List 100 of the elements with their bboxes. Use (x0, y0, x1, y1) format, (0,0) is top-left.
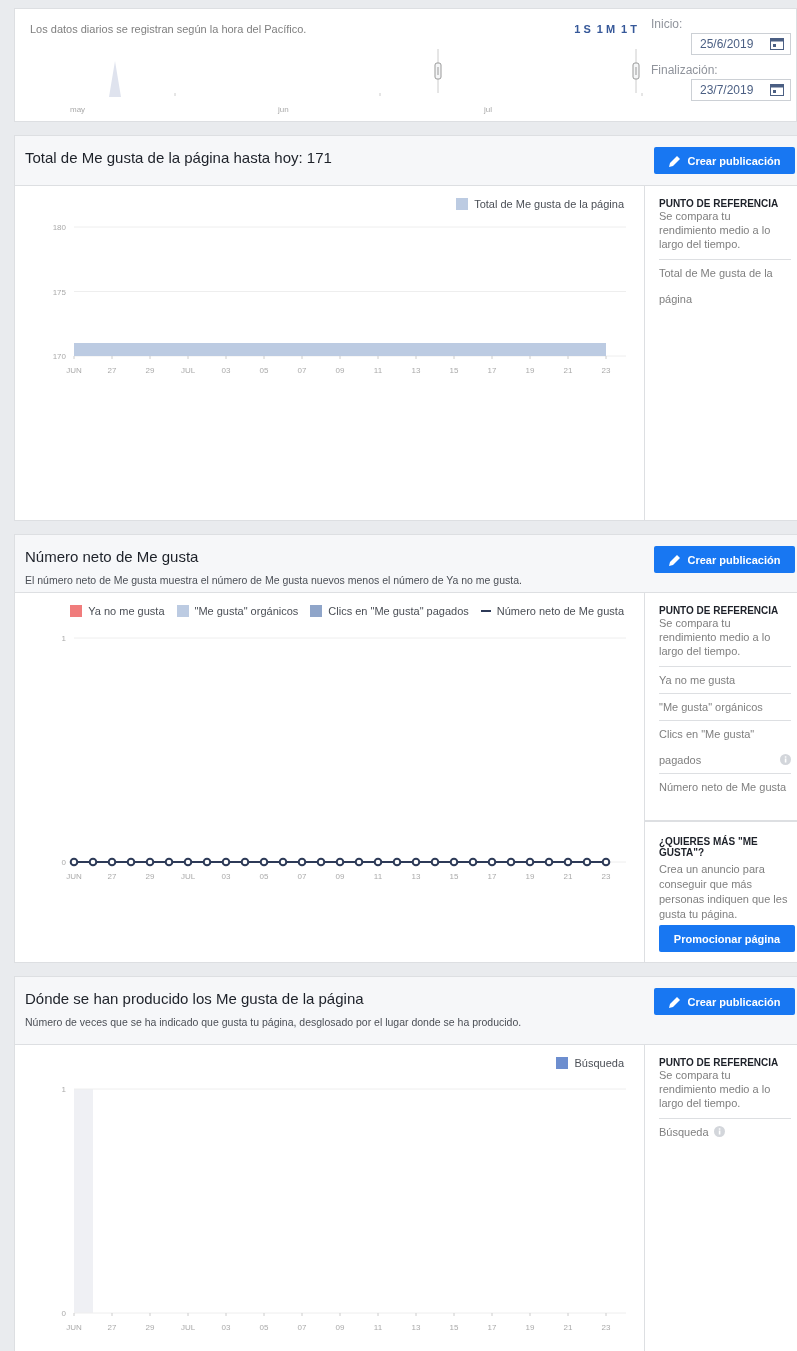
axis-label: 23 (601, 1323, 611, 1332)
axis-label: 17 (487, 366, 497, 375)
axis-label: 07 (297, 872, 307, 881)
promo-text: Crea un anuncio para conseguir que más personas indiquen que les gusta tu página. (659, 862, 789, 922)
axis-label: 180 (52, 223, 66, 232)
range-preset-link[interactable]: 1 S (574, 23, 591, 35)
data-point (354, 857, 364, 867)
data-point (297, 857, 307, 867)
month-label: may (70, 105, 86, 114)
axis-label: 13 (411, 366, 421, 375)
benchmark-description: Se compara tu rendimiento medio a lo largo del tiempo. (659, 209, 791, 260)
axis-label: 11 (373, 872, 383, 881)
axis-label: 13 (411, 1323, 421, 1332)
benchmark-description: Se compara tu rendimiento medio a lo largo del tiempo. (659, 1068, 791, 1119)
promo-heading: ¿QUIERES MÁS "ME GUSTA"? (659, 836, 759, 858)
range-preset-link[interactable]: 1 T (621, 23, 637, 35)
axis-label: JUN (66, 872, 82, 881)
axis-label: 17 (487, 1323, 497, 1332)
section-title: Número neto de Me gusta (25, 548, 199, 565)
axis-label: JUL (180, 1323, 196, 1332)
data-point (183, 857, 193, 867)
data-point (506, 857, 516, 867)
section-description: Número de veces que se ha indicado que gusta tu página, desglosado por el lugar donde se ha producido. (25, 1016, 522, 1028)
pencil-icon (668, 154, 681, 167)
data-point (202, 857, 212, 867)
axis-label: 05 (259, 366, 269, 375)
axis-label: 09 (335, 366, 345, 375)
date-field[interactable]: 25/6/2019 (691, 33, 791, 55)
create-post-button[interactable]: Crear publicación (654, 546, 795, 573)
benchmark-heading: PUNTO DE REFERENCIA (659, 1057, 780, 1068)
info-icon[interactable] (780, 754, 791, 765)
axis-label: 09 (335, 1323, 345, 1332)
data-point (126, 857, 136, 867)
axis-label: 1 (61, 634, 66, 643)
calendar-icon[interactable] (770, 84, 784, 96)
data-point (582, 857, 592, 867)
legend-label: Número neto de Me gusta (496, 605, 624, 617)
legend-label: Ya no me gusta (88, 605, 165, 617)
axis-label: 27 (107, 1323, 117, 1332)
date-field[interactable]: 23/7/2019 (691, 79, 791, 101)
axis-label: 07 (297, 366, 307, 375)
data-point (145, 857, 155, 867)
data-point (107, 857, 117, 867)
benchmark-description: Se compara tu rendimiento medio a lo largo del tiempo. (659, 616, 791, 667)
data-point (449, 857, 459, 867)
create-post-button[interactable]: Crear publicación (654, 988, 795, 1015)
data-point (335, 857, 345, 867)
axis-label: 27 (107, 366, 117, 375)
legend-label: Búsqueda (574, 1057, 624, 1069)
benchmark-metric: Total de Me gusta de la página (659, 266, 774, 307)
axis-label: 05 (259, 1323, 269, 1332)
data-point (221, 857, 231, 867)
section-title: Dónde se han producido los Me gusta de la página (25, 990, 364, 1007)
axis-label: 11 (373, 366, 383, 375)
date-label: Inicio: (651, 17, 684, 31)
benchmark-metric: Búsqueda (659, 1125, 709, 1140)
axis-label: 15 (449, 1323, 459, 1332)
axis-label: JUL (180, 872, 196, 881)
axis-label: 29 (145, 366, 155, 375)
axis-label: 29 (145, 872, 155, 881)
benchmark-metric: Clics en "Me gusta" pagados (659, 727, 756, 768)
axis-label: 15 (449, 872, 459, 881)
range-handle[interactable] (434, 49, 442, 93)
benchmark-metric: Ya no me gusta (659, 673, 736, 688)
axis-label: 21 (563, 1323, 573, 1332)
axis-label: 27 (107, 872, 117, 881)
timezone-note: Los datos diarios se registran según la hora del Pacífico. (30, 23, 307, 35)
data-point (430, 857, 440, 867)
data-point (259, 857, 269, 867)
calendar-icon[interactable] (770, 38, 784, 50)
data-point (240, 857, 250, 867)
data-point (278, 857, 288, 867)
range-handle[interactable] (632, 49, 640, 93)
axis-label: 15 (449, 366, 459, 375)
month-label: jun (278, 105, 289, 114)
axis-label: 03 (221, 366, 231, 375)
axis-label: 175 (52, 287, 66, 297)
axis-label: 11 (373, 1323, 383, 1332)
data-point (88, 857, 98, 867)
axis-label: 0 (61, 858, 66, 867)
date-label: Finalización: (651, 63, 719, 77)
data-point (601, 857, 611, 867)
axis-label: 23 (601, 366, 611, 375)
create-post-button[interactable]: Crear publicación (654, 147, 795, 174)
section-title: Total de Me gusta de la página hasta hoy: 171 (25, 149, 332, 166)
data-point (487, 857, 497, 867)
pencil-icon (668, 553, 681, 566)
data-point (468, 857, 478, 867)
benchmark-metric: Número neto de Me gusta (659, 780, 787, 795)
data-point (373, 857, 383, 867)
axis-label: 05 (259, 872, 269, 881)
info-icon[interactable] (713, 1126, 725, 1137)
axis-label: 17 (487, 872, 497, 881)
range-preset-link[interactable]: 1 M (596, 23, 616, 35)
axis-label: 19 (525, 1323, 535, 1332)
promote-page-button[interactable]: Promocionar página (659, 925, 795, 952)
legend-label: "Me gusta" orgánicos (194, 605, 299, 617)
axis-label: 0 (61, 1309, 66, 1318)
axis-label: 23 (601, 872, 611, 881)
data-point (544, 857, 554, 867)
